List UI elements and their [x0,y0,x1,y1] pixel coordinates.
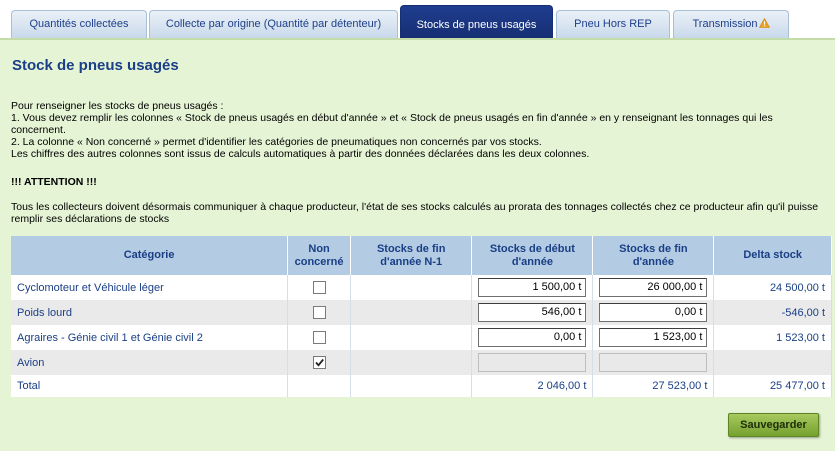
table-total-row: Total 2 046,00 t 27 523,00 t 25 477,00 t [11,375,832,397]
instructions-line-4: Les chiffres des autres colonnes sont is… [11,148,590,160]
attention-label: !!! ATTENTION !!! [11,176,97,188]
row-categorie: Agraires - Génie civil 1 et Génie civil … [11,325,289,350]
table-row: Avion [11,350,832,375]
row-categorie: Poids lourd [11,300,289,325]
header-delta-stock: Delta stock [713,236,832,275]
stocks-fin-input[interactable]: 1 523,00 t [599,328,708,347]
stocks-debut-input[interactable]: 546,00 t [478,303,587,322]
stocks-fin-input [599,353,708,372]
stocks-debut-input [478,353,587,372]
row-delta-stock: 24 500,00 t [713,275,832,300]
stocks-table: Catégorie Non concerné Stocks de fin d'a… [11,236,832,397]
row-categorie: Avion [11,350,289,375]
tab-transmission-label: Transmission [692,18,758,30]
total-stocks-debut: 2 046,00 t [471,375,594,397]
table-header-row: Catégorie Non concerné Stocks de fin d'a… [11,236,832,275]
row-stocks-fin-n1 [350,275,473,300]
row-categorie: Cyclomoteur et Véhicule léger [11,275,289,300]
table-row: Poids lourd 546,00 t 0,00 t -546,00 t [11,300,832,325]
warning-icon [758,18,770,28]
table-row: Cyclomoteur et Véhicule léger 1 500,00 t… [11,275,832,300]
header-stocks-debut: Stocks de début d'année [471,236,594,275]
non-concerne-checkbox[interactable] [312,306,326,319]
tab-bar: Quantités collectées Collecte par origin… [0,0,835,40]
stocks-debut-input[interactable]: 1 500,00 t [478,278,587,297]
tab-stocks-pneus-usages[interactable]: Stocks de pneus usagés [400,5,553,40]
tab-collecte-par-origine[interactable]: Collecte par origine (Quantité par déten… [149,10,398,38]
total-delta-stock: 25 477,00 t [713,375,832,397]
row-stocks-fin-n1 [350,350,473,375]
instructions-line-1: Pour renseigner les stocks de pneus usag… [11,100,224,112]
attention-note: Tous les collecteurs doivent désormais c… [11,201,819,225]
instructions: Pour renseigner les stocks de pneus usag… [11,100,826,160]
save-button[interactable]: Sauvegarder [728,413,819,437]
header-stocks-fin-n1: Stocks de fin d'année N-1 [350,236,473,275]
non-concerne-checkbox[interactable] [312,356,326,369]
row-delta-stock: 1 523,00 t [713,325,832,350]
instructions-line-2: 1. Vous devez remplir les colonnes « Sto… [11,112,773,136]
non-concerne-checkbox[interactable] [312,331,326,344]
header-categorie: Catégorie [11,236,289,275]
tab-transmission[interactable]: Transmission [673,10,789,38]
row-delta-stock [713,350,832,375]
stocks-fin-input[interactable]: 0,00 t [599,303,708,322]
table-row: Agraires - Génie civil 1 et Génie civil … [11,325,832,350]
stocks-fin-input[interactable]: 26 000,00 t [599,278,708,297]
non-concerne-checkbox[interactable] [312,281,326,294]
stocks-debut-input[interactable]: 0,00 t [478,328,587,347]
row-delta-stock: -546,00 t [713,300,832,325]
instructions-line-3: 2. La colonne « Non concerné » permet d'… [11,136,542,148]
tab-pneu-hors-rep[interactable]: Pneu Hors REP [556,10,670,38]
total-stocks-fin: 27 523,00 t [592,375,715,397]
page-title: Stock de pneus usagés [12,57,179,74]
checkmark-icon [314,358,324,367]
header-stocks-fin: Stocks de fin d'année [592,236,715,275]
tab-quantites-collectees[interactable]: Quantités collectées [11,10,147,38]
header-non-concerne: Non concerné [287,236,351,275]
stocks-panel: Stock de pneus usagés Pour renseigner le… [0,38,835,451]
total-label: Total [11,375,289,397]
row-stocks-fin-n1 [350,325,473,350]
row-stocks-fin-n1 [350,300,473,325]
